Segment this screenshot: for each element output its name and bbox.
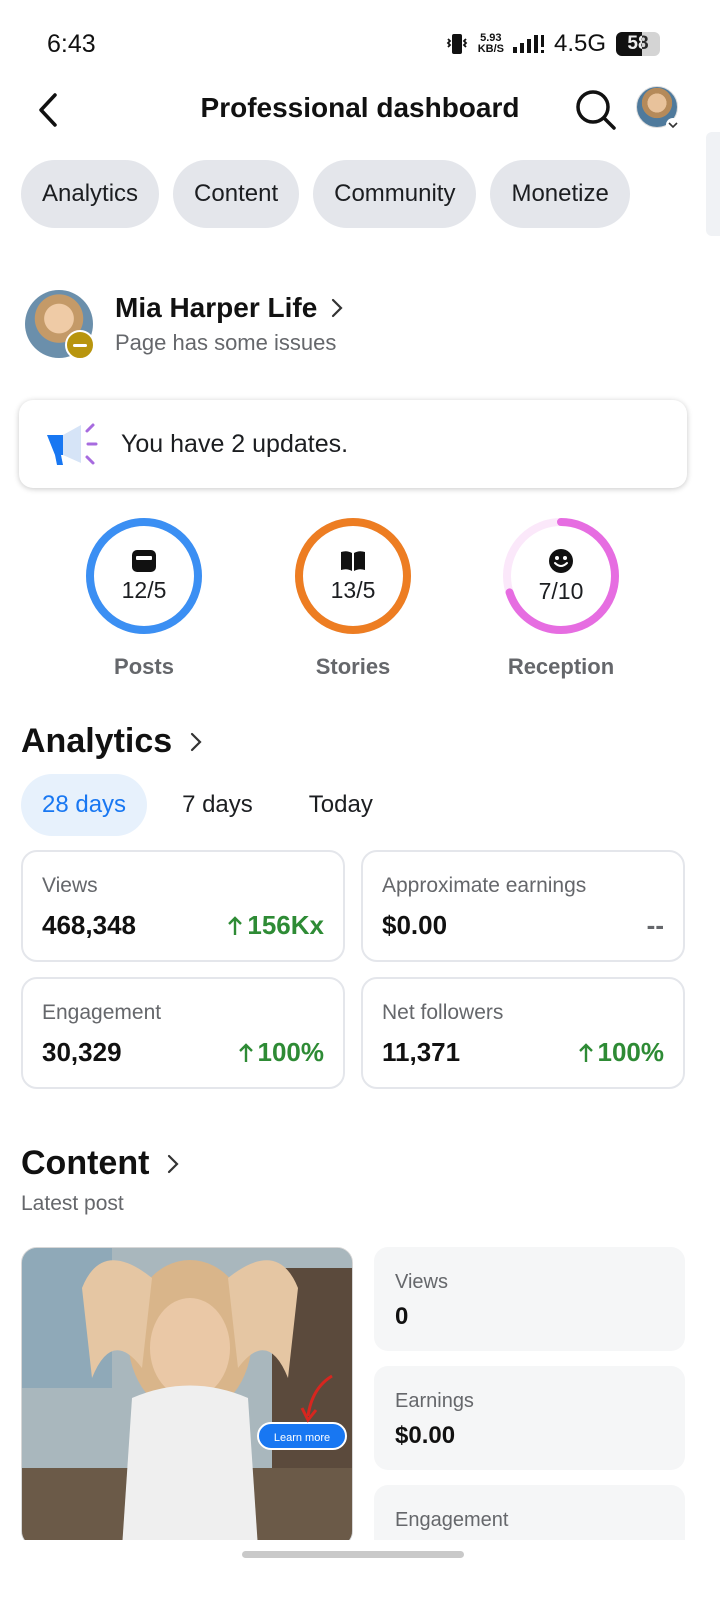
goals-rings: 12/5 Posts 13/5 Stories 7/10 Reception (0, 516, 720, 679)
stories-label: Stories (315, 654, 391, 679)
reception-value: 7/10 (538, 577, 584, 604)
metric-earnings[interactable]: Approximate earnings $0.00 -- (361, 850, 685, 962)
metric-change-value: 156Kx (247, 910, 324, 940)
stories-ring-center: 13/5 (293, 516, 413, 636)
post-image: Learn more (22, 1248, 352, 1546)
latest-post-views: Views 0 (374, 1247, 685, 1351)
stat-value: 0 (395, 1303, 409, 1330)
metric-change: 100% (238, 1037, 325, 1068)
chevron-right-icon (191, 732, 202, 751)
posts-ring-center: 12/5 (84, 516, 204, 636)
page-name-row: Mia Harper Life (115, 292, 343, 324)
metric-change: -- (647, 910, 664, 941)
updates-text: You have 2 updates. (121, 429, 349, 458)
stat-label: Earnings (395, 1390, 474, 1412)
latest-post-label: Latest post (21, 1192, 124, 1215)
updates-card[interactable]: You have 2 updates. (19, 400, 687, 488)
period-28-days[interactable]: 28 days (21, 774, 148, 836)
posts-icon (132, 549, 156, 572)
metric-value: 468,348 (42, 910, 136, 940)
arrow-up-icon (578, 1042, 593, 1062)
learn-more-text: Learn more (274, 1432, 330, 1444)
search-icon (576, 90, 616, 130)
chevron-down-icon (666, 118, 680, 132)
analytics-section-header[interactable]: Analytics (21, 722, 202, 761)
metric-change-value: 100% (257, 1037, 325, 1067)
latest-post-thumbnail[interactable]: Learn more (21, 1247, 353, 1547)
metric-value: $0.00 (382, 910, 448, 940)
period-today[interactable]: Today (288, 774, 394, 836)
chevron-right-icon (168, 1154, 179, 1173)
page-name: Mia Harper Life (115, 292, 318, 323)
metric-engagement[interactable]: Engagement 30,329 100% (21, 977, 345, 1089)
status-time: 6:43 (47, 30, 96, 58)
metric-net-followers[interactable]: Net followers 11,371 100% (361, 977, 685, 1089)
metric-change-value: 100% (597, 1037, 665, 1067)
smiley-icon (549, 548, 573, 573)
tab-analytics[interactable]: Analytics (21, 160, 160, 228)
vibrate-icon (446, 34, 467, 54)
metric-label: Views (42, 874, 98, 897)
metric-label: Net followers (382, 1001, 504, 1024)
metric-label: Engagement (42, 1001, 162, 1024)
page-status: Page has some issues (115, 330, 337, 355)
warning-badge-icon (65, 330, 95, 360)
posts-value: 12/5 (121, 576, 167, 603)
tab-content[interactable]: Content (173, 160, 300, 228)
tabs-scroll-edge (706, 132, 720, 236)
megaphone-icon (47, 423, 98, 465)
ring-stories[interactable]: 13/5 Stories (293, 516, 413, 680)
metric-change: 100% (578, 1037, 665, 1068)
period-7-days[interactable]: 7 days (161, 774, 274, 836)
battery-icon: 58 (616, 32, 660, 56)
period-tabs: 28 days 7 days Today (21, 774, 408, 836)
book-icon (341, 550, 365, 571)
analytics-title: Analytics (21, 722, 173, 760)
network-type: 4.5G (553, 30, 606, 57)
dashboard-tabs: Analytics Content Community Monetize (21, 160, 630, 228)
content-section-header[interactable]: Content (21, 1144, 179, 1183)
stat-label: Views (395, 1271, 448, 1293)
ring-posts[interactable]: 12/5 Posts (84, 516, 204, 680)
network-speed-unit: KB/S (477, 43, 504, 55)
metric-label: Approximate earnings (382, 874, 587, 897)
reception-ring-center: 7/10 (501, 516, 621, 636)
signal-icon (512, 35, 544, 53)
header: Professional dashboard (0, 80, 720, 140)
stat-value: $0.00 (395, 1422, 456, 1449)
stories-value: 13/5 (330, 576, 376, 603)
metric-value: 11,371 (382, 1037, 461, 1067)
metric-change-value: -- (646, 910, 664, 940)
arrow-up-icon (228, 915, 243, 935)
tab-community[interactable]: Community (313, 160, 477, 228)
arrow-up-icon (238, 1042, 253, 1062)
chevron-right-icon (332, 298, 343, 318)
status-icons: 5.93 KB/S 4.5G 58 (444, 30, 660, 58)
home-indicator[interactable] (242, 1551, 464, 1558)
content-title: Content (21, 1144, 150, 1182)
metric-change: 156Kx (227, 910, 324, 941)
ring-reception[interactable]: 7/10 Reception (501, 516, 621, 680)
status-bar: 6:43 5.93 KB/S 4.5G 58 (0, 0, 720, 92)
search-button[interactable] (574, 88, 618, 132)
reception-label: Reception (507, 654, 615, 679)
navigation-bar (0, 1540, 720, 1600)
metric-views[interactable]: Views 468,348 156Kx (21, 850, 345, 962)
posts-label: Posts (114, 654, 174, 679)
network-speed: 5.93 KB/S (478, 33, 504, 55)
battery-level: 58 (627, 33, 649, 54)
page-profile[interactable]: Mia Harper Life Page has some issues (25, 290, 705, 360)
stat-label: Engagement (395, 1509, 509, 1531)
tab-monetize[interactable]: Monetize (490, 160, 630, 228)
metric-value: 30,329 (42, 1037, 122, 1067)
account-switcher-button[interactable] (636, 86, 682, 132)
latest-post-earnings: Earnings $0.00 (374, 1366, 685, 1470)
